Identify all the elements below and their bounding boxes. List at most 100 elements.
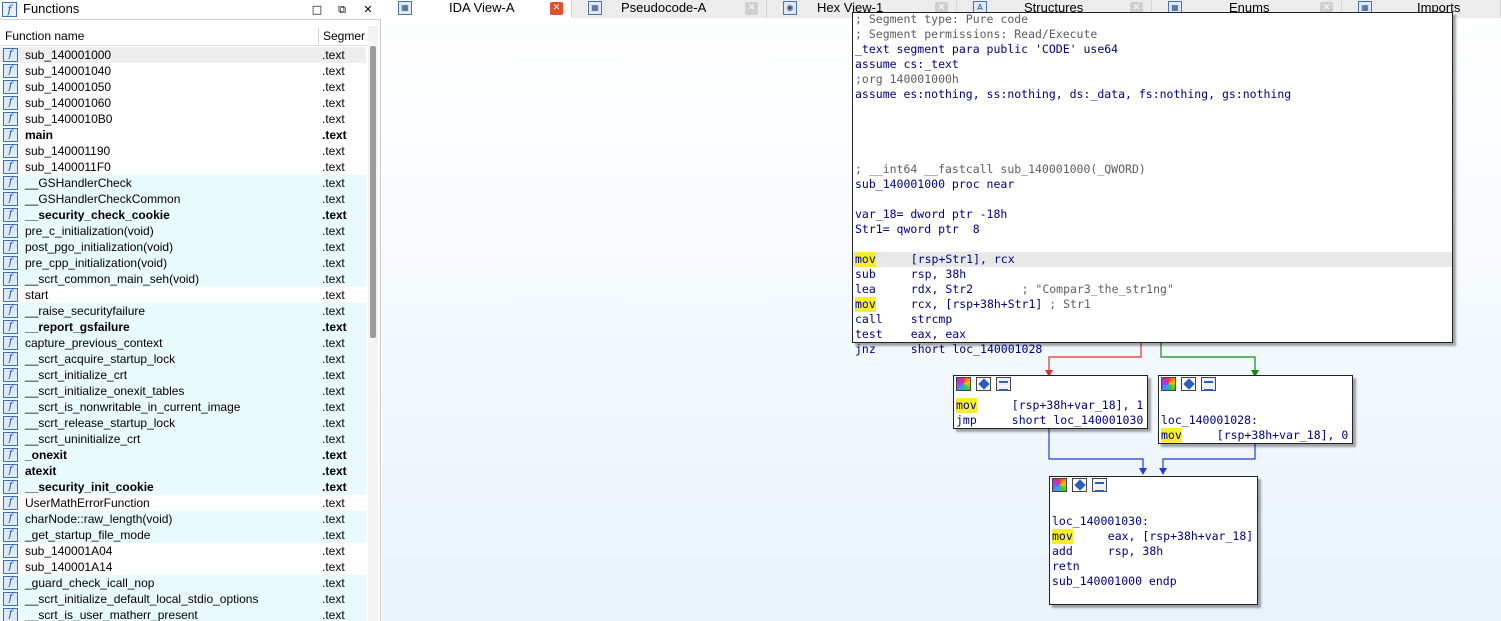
function-row[interactable]: f _get_startup_file_mode .text [0, 527, 366, 543]
function-row[interactable]: f __scrt_acquire_startup_lock .text [0, 351, 366, 367]
instruction-line[interactable]: test eax, eax [855, 327, 966, 342]
instruction-line[interactable]: jnz short loc_140001028 [855, 342, 1042, 357]
function-row[interactable]: f __security_check_cookie .text [0, 207, 366, 223]
function-row[interactable]: f sub_140001000 .text [0, 47, 366, 63]
block-label[interactable]: loc_140001028: [1161, 413, 1258, 428]
function-row[interactable]: f __security_init_cookie .text [0, 479, 366, 495]
code-line[interactable]: assume cs:_text [855, 57, 959, 72]
comment-line[interactable]: ; __int64 __fastcall sub_140001000(_QWOR… [855, 162, 1146, 177]
function-icon: f [3, 288, 18, 302]
rename-icon[interactable] [1181, 377, 1196, 391]
tab-close-icon[interactable]: ✕ [745, 2, 758, 15]
function-row[interactable]: f _onexit .text [0, 447, 366, 463]
column-function-name[interactable]: Function name [5, 29, 84, 43]
function-row[interactable]: f pre_cpp_initialization(void) .text [0, 255, 366, 271]
comment-line[interactable]: ;org 140001000h [855, 72, 959, 87]
function-row[interactable]: f __scrt_common_main_seh(void) .text [0, 271, 366, 287]
function-icon: f [3, 384, 18, 398]
function-row[interactable]: f sub_140001A04 .text [0, 543, 366, 559]
function-row[interactable]: f sub_1400010B0 .text [0, 111, 366, 127]
function-row[interactable]: f __report_gsfailure .text [0, 319, 366, 335]
function-segment: .text [322, 208, 347, 222]
instruction-line[interactable]: add rsp, 38h [1052, 544, 1163, 559]
instruction-line[interactable]: mov rcx, [rsp+38h+Str1] ; Str1 [855, 297, 1091, 312]
function-row[interactable]: f sub_140001050 .text [0, 79, 366, 95]
code-line[interactable]: Str1= qword ptr 8 [855, 222, 980, 237]
group-nodes-icon[interactable] [1201, 377, 1216, 391]
code-block-exit[interactable]: loc_140001030: mov eax, [rsp+38h+var_18] ad… [1049, 476, 1258, 605]
function-row[interactable]: f main .text [0, 127, 366, 143]
function-row[interactable]: f _guard_check_icall_nop .text [0, 575, 366, 591]
mnemonic: mov [1161, 428, 1182, 443]
code-line[interactable]: assume es:nothing, ss:nothing, ds:_data,… [855, 87, 1291, 102]
ida-graph-view[interactable]: ; Segment type: Pure code; Segment permi… [382, 12, 1501, 621]
color-palette-icon[interactable] [1052, 478, 1067, 492]
edge-left-to-bottom [1048, 429, 1144, 469]
tab-close-icon[interactable]: ✕ [550, 2, 563, 15]
tab-ida-view-a[interactable]: ▦ IDA View-A ✕ [382, 0, 572, 18]
group-nodes-icon[interactable] [1092, 478, 1107, 492]
function-row[interactable]: f pre_c_initialization(void) .text [0, 223, 366, 239]
function-row[interactable]: f charNode::raw_length(void) .text [0, 511, 366, 527]
functions-scrollbar-thumb[interactable] [370, 46, 376, 338]
function-row[interactable]: f __scrt_is_user_matherr_present .text [0, 607, 366, 621]
code-block-true-branch[interactable]: loc_140001028: mov [rsp+38h+var_18], 0 [1158, 375, 1353, 444]
column-segment[interactable]: Segmer [323, 29, 368, 43]
instruction-line[interactable]: call strcmp [855, 312, 952, 327]
proc-end-line[interactable]: sub_140001000 endp [1052, 574, 1177, 589]
code-line[interactable]: sub_140001000 proc near [855, 177, 1014, 192]
instruction-line[interactable]: sub rsp, 38h [855, 267, 966, 282]
instruction-line[interactable]: mov [rsp+Str1], rcx [853, 252, 1452, 267]
mnemonic: call [855, 312, 883, 326]
function-row[interactable]: f __scrt_initialize_default_local_stdio_o… [0, 591, 366, 607]
function-name: __scrt_initialize_default_local_stdio_op… [25, 592, 259, 606]
code-block-false-branch[interactable]: mov [rsp+38h+var_18], 1 jmp short loc_14000… [953, 375, 1148, 429]
code-block-entry[interactable]: ; Segment type: Pure code; Segment permi… [852, 12, 1453, 356]
function-row[interactable]: f sub_1400011F0 .text [0, 159, 366, 175]
instruction-line[interactable]: mov [rsp+38h+var_18], 1 [956, 398, 1143, 413]
group-nodes-icon[interactable] [996, 377, 1011, 391]
code-line[interactable]: _text segment para public 'CODE' use64 [855, 42, 1118, 57]
function-row[interactable]: f __GSHandlerCheckCommon .text [0, 191, 366, 207]
function-row[interactable]: f __raise_securityfailure .text [0, 303, 366, 319]
function-row[interactable]: f __scrt_is_nonwritable_in_current_image.… [0, 399, 366, 415]
block-label[interactable]: loc_140001030: [1052, 514, 1149, 529]
column-divider[interactable] [318, 28, 319, 44]
function-row[interactable]: f sub_140001060 .text [0, 95, 366, 111]
function-row[interactable]: f __GSHandlerCheck .text [0, 175, 366, 191]
instruction-line[interactable]: jmp short loc_140001030 [956, 413, 1143, 428]
rename-icon[interactable] [1072, 478, 1087, 492]
function-row[interactable]: f sub_140001A14 .text [0, 559, 366, 575]
comment-line[interactable]: ; Segment permissions: Read/Execute [855, 27, 1097, 42]
function-row[interactable]: f start .text [0, 287, 366, 303]
function-name: main [25, 128, 54, 142]
function-row[interactable]: f UserMathErrorFunction .text [0, 495, 366, 511]
instruction-line[interactable]: mov eax, [rsp+38h+var_18] [1052, 529, 1253, 544]
function-segment: .text [322, 272, 345, 286]
ida-view-icon: ▦ [398, 1, 412, 15]
function-row[interactable]: f sub_140001190 .text [0, 143, 366, 159]
minimize-icon[interactable]: □ [309, 2, 325, 18]
function-segment: .text [322, 288, 345, 302]
tab-pseudocode-a[interactable]: ▦ Pseudocode-A ✕ [572, 0, 767, 18]
edge-right-arrow [1159, 468, 1167, 475]
function-row[interactable]: f capture_previous_context .text [0, 335, 366, 351]
comment-line[interactable]: ; Segment type: Pure code [855, 12, 1028, 27]
function-row[interactable]: f __scrt_uninitialize_crt .text [0, 431, 366, 447]
function-row[interactable]: f atexit .text [0, 463, 366, 479]
function-row[interactable]: f sub_140001040 .text [0, 63, 366, 79]
rename-icon[interactable] [976, 377, 991, 391]
code-line[interactable]: var_18= dword ptr -18h [855, 207, 1007, 222]
function-row[interactable]: f __scrt_initialize_onexit_tables .text [0, 383, 366, 399]
instruction-line[interactable]: retn [1052, 559, 1108, 574]
color-palette-icon[interactable] [956, 377, 971, 391]
color-palette-icon[interactable] [1161, 377, 1176, 391]
mnemonic: mov [1052, 529, 1073, 544]
instruction-line[interactable]: mov [rsp+38h+var_18], 0 [1161, 428, 1348, 443]
function-row[interactable]: f post_pgo_initialization(void) .text [0, 239, 366, 255]
instruction-line[interactable]: lea rdx, Str2 ; "Compar3_the_str1ng" [855, 282, 1174, 297]
restore-icon[interactable]: ⧉ [334, 2, 350, 18]
function-row[interactable]: f __scrt_release_startup_lock .text [0, 415, 366, 431]
close-icon[interactable]: ✕ [360, 2, 376, 18]
function-row[interactable]: f __scrt_initialize_crt .text [0, 367, 366, 383]
